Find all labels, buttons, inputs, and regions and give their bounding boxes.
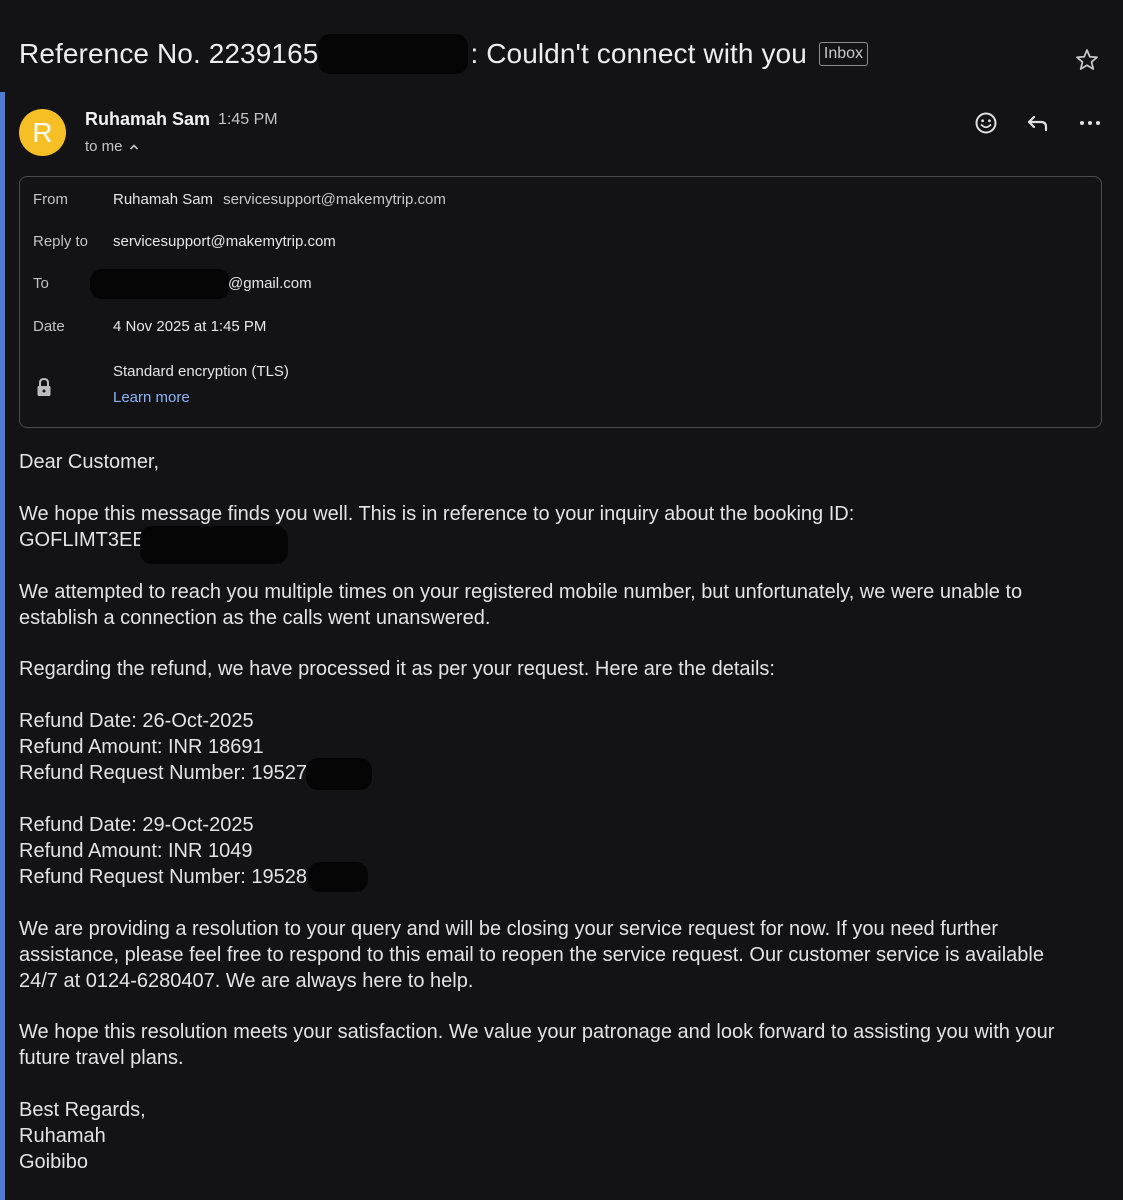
date-value: 4 Nov 2025 at 1:45 PM bbox=[113, 318, 267, 335]
emoji-icon[interactable] bbox=[973, 110, 999, 136]
star-icon[interactable] bbox=[1074, 47, 1100, 73]
paragraph-resolution-line1: We are providing a resolution to your qu… bbox=[19, 918, 999, 940]
subject-suffix: : Couldn't connect with you bbox=[470, 38, 807, 69]
refund2-amount: Refund Amount: INR 1049 bbox=[19, 840, 253, 862]
inbox-label-badge[interactable]: Inbox bbox=[818, 42, 869, 66]
greeting: Dear Customer, bbox=[19, 451, 160, 473]
encryption-info: Standard encryption (TLS) bbox=[113, 363, 289, 380]
subject-line: Reference No. 2239165 : Couldn't connect… bbox=[19, 34, 869, 74]
paragraph-closing-line2: future travel plans. bbox=[19, 1047, 184, 1069]
paragraph-booking-line1: We hope this message finds you well. Thi… bbox=[19, 503, 855, 525]
signature-name: Ruhamah bbox=[19, 1125, 106, 1147]
recipient-summary: to me bbox=[85, 138, 123, 155]
paragraph-resolution-line3: 24/7 at 0124-6280407. We are always here… bbox=[19, 970, 474, 992]
message-details-panel: From Ruhamah Sam servicesupport@makemytri… bbox=[19, 176, 1102, 428]
replyto-label: Reply to bbox=[33, 233, 89, 250]
sender-name[interactable]: Ruhamah Sam bbox=[85, 109, 210, 130]
from-name: Ruhamah Sam bbox=[113, 191, 214, 208]
sender-avatar[interactable]: R bbox=[19, 109, 66, 156]
redaction-mark bbox=[140, 526, 288, 564]
lock-icon bbox=[37, 377, 51, 396]
from-email[interactable]: servicesupport@makemytrip.com bbox=[223, 191, 446, 208]
chevron-up-icon bbox=[129, 143, 138, 150]
top-toolbar bbox=[0, 0, 1123, 14]
archive-icon[interactable] bbox=[964, 0, 990, 6]
signature-regards: Best Regards, bbox=[19, 1099, 146, 1121]
paragraph-call-line2: establish a connection as the calls went… bbox=[19, 607, 491, 629]
date-label: Date bbox=[33, 318, 65, 335]
refund1-request: Refund Request Number: 19527 bbox=[19, 762, 307, 784]
redaction-mark bbox=[90, 269, 230, 299]
thread-accent-bar bbox=[0, 92, 5, 1200]
redaction-mark bbox=[318, 34, 469, 74]
reply-icon[interactable] bbox=[1025, 110, 1051, 136]
more-horizontal-icon[interactable] bbox=[1077, 110, 1103, 136]
subject-prefix: Reference No. 2239165 bbox=[19, 38, 319, 69]
refund2-request: Refund Request Number: 19528 bbox=[19, 866, 307, 888]
recipient-summary-toggle[interactable]: to me bbox=[85, 138, 139, 155]
paragraph-call-line1: We attempted to reach you multiple times… bbox=[19, 581, 1023, 603]
to-label: To bbox=[33, 275, 49, 292]
paragraph-closing-line1: We hope this resolution meets your satis… bbox=[19, 1021, 1055, 1043]
refund2-date: Refund Date: 29-Oct-2025 bbox=[19, 814, 254, 836]
refund1-date: Refund Date: 26-Oct-2025 bbox=[19, 710, 254, 732]
to-value[interactable]: @gmail.com bbox=[228, 275, 312, 292]
refund1-amount: Refund Amount: INR 18691 bbox=[19, 736, 264, 758]
redaction-mark bbox=[308, 862, 368, 892]
paragraph-refund-intro: Regarding the refund, we have processed … bbox=[19, 658, 775, 680]
from-label: From bbox=[33, 191, 68, 208]
signature-company: Goibibo bbox=[19, 1151, 88, 1173]
paragraph-booking-line2: GOFLIMT3EE bbox=[19, 527, 146, 553]
redaction-mark bbox=[306, 758, 372, 790]
mail-icon[interactable] bbox=[1020, 0, 1046, 6]
message-time: 1:45 PM bbox=[218, 111, 278, 128]
paragraph-resolution-line2: assistance, please feel free to respond … bbox=[19, 944, 1044, 966]
from-value: Ruhamah Sam servicesupport@makemytrip.com bbox=[113, 191, 446, 208]
booking-id: GOFLIMT3EE bbox=[19, 529, 146, 551]
back-chevron-icon[interactable] bbox=[16, 0, 32, 6]
replyto-value[interactable]: servicesupport@makemytrip.com bbox=[113, 233, 336, 250]
learn-more-link[interactable]: Learn more bbox=[113, 389, 190, 406]
